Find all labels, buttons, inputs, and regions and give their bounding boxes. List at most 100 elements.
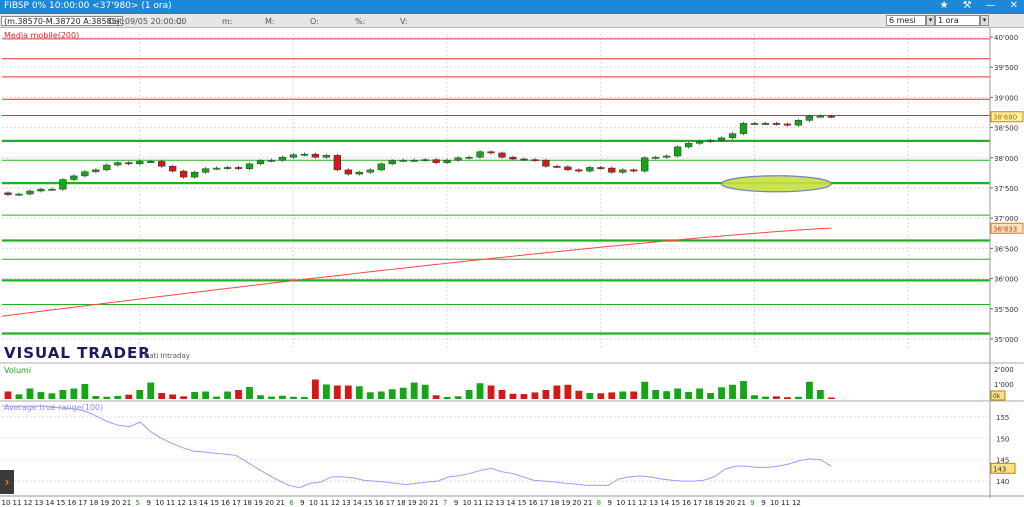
ma-label: Media mobile(200) — [4, 31, 79, 40]
candle-body-66 — [728, 133, 737, 139]
period-select-value: 6 mesi — [889, 16, 916, 25]
candle-body-70 — [772, 123, 781, 125]
candle-body-32 — [355, 172, 363, 175]
xtick-label-35: 17 — [386, 499, 395, 507]
candle-body-67 — [739, 123, 748, 134]
volume-bar-33 — [366, 392, 374, 399]
volume-bar-37 — [410, 382, 418, 399]
volume-bar-72 — [794, 396, 802, 399]
atr-value-label: 143 — [993, 465, 1006, 473]
candle-body-14 — [158, 161, 166, 167]
star-icon[interactable]: ★ — [940, 0, 949, 11]
volume-bar-63 — [696, 388, 704, 399]
candle-body-45 — [498, 152, 506, 158]
candle-body-37 — [410, 159, 418, 162]
candle-body-50 — [553, 165, 561, 168]
candle-body-22 — [245, 163, 254, 169]
close-icon[interactable]: ✕ — [1010, 0, 1018, 11]
volume-bar-35 — [388, 389, 396, 399]
range-info-text: (m.38570-M.38720 A:38585) — [4, 17, 120, 26]
volume-bar-4 — [48, 393, 56, 399]
candle-body-7 — [81, 171, 89, 177]
date-field: Dat:09/05 20:00:00 — [108, 17, 187, 26]
volume-bar-26 — [290, 396, 297, 399]
candle-body-64 — [706, 140, 715, 142]
candle-body-68 — [750, 123, 759, 125]
volume-bar-14 — [158, 393, 166, 399]
minimize-icon[interactable]: — — [986, 0, 996, 11]
candle-body-12 — [136, 161, 144, 165]
candle-body-10 — [114, 162, 122, 166]
timeframe-select-chevron-icon[interactable]: ▾ — [980, 15, 989, 26]
xtick-label-6: 16 — [67, 499, 76, 507]
ytick-label-4: 37'000 — [994, 215, 1018, 223]
volume-bar-42 — [465, 390, 473, 399]
chart-toolbar: (m.38570-M.38720 A:38585) Dat:09/05 20:0… — [0, 14, 1024, 28]
xtick-label-58: 12 — [638, 499, 647, 507]
volume-bar-31 — [344, 385, 352, 399]
candle-body-15 — [169, 165, 177, 172]
xtick-label-24: 20 — [265, 499, 274, 507]
xtick-label-65: 19 — [715, 499, 724, 507]
xtick-label-71: 11 — [781, 499, 790, 507]
volume-bar-23 — [257, 395, 264, 399]
candle-body-19 — [212, 167, 221, 170]
candle-body-29 — [322, 155, 331, 158]
candle-body-54 — [597, 167, 605, 169]
timeframe-select[interactable]: 1 ora — [935, 15, 980, 26]
candle-body-26 — [289, 154, 298, 158]
volume-bar-12 — [136, 390, 144, 399]
volume-bar-46 — [509, 393, 517, 399]
xtick-label-28: 10 — [309, 499, 318, 507]
xtick-label-19: 15 — [210, 499, 219, 507]
chart-area[interactable]: 35'000 35'500 36'000 36'500 37'000 37'500 38'0… — [0, 28, 1024, 507]
volume-bar-38 — [421, 384, 429, 399]
collapse-panel-icon[interactable]: › — [0, 470, 14, 494]
volume-bar-5 — [59, 390, 67, 399]
xtick-label-36: 18 — [397, 499, 406, 507]
volume-bar-58 — [641, 381, 649, 399]
candle-body-11 — [125, 162, 133, 165]
volume-bar-44 — [487, 385, 495, 399]
candle-body-27 — [300, 153, 309, 156]
period-select[interactable]: 6 mesi — [886, 15, 926, 26]
xtick-label-25: 21 — [276, 499, 285, 507]
xtick-label-1: 11 — [13, 499, 22, 507]
ma-value-label: 36'833 — [993, 225, 1017, 233]
candle-body-47 — [520, 158, 528, 161]
xtick-label-17: 13 — [188, 499, 197, 507]
volume-bar-50 — [553, 385, 561, 399]
candle-body-60 — [663, 155, 671, 158]
volume-bar-18 — [202, 391, 210, 399]
xtick-label-22: 18 — [243, 499, 252, 507]
xtick-label-18: 14 — [199, 499, 208, 507]
xtick-label-45: 13 — [496, 499, 505, 507]
volume-bar-13 — [147, 382, 155, 399]
range-info: (m.38570-M.38720 A:38585) — [1, 16, 123, 26]
max-field: M: — [265, 17, 275, 26]
candle-body-40 — [443, 159, 451, 163]
period-select-chevron-icon[interactable]: ▾ — [926, 15, 935, 26]
candle-body-2 — [26, 190, 34, 195]
candle-body-24 — [267, 159, 276, 162]
candle-body-58 — [641, 157, 649, 172]
xtick-label-31: 13 — [342, 499, 351, 507]
xtick-label-26: 6 — [289, 499, 294, 507]
xtick-label-52: 20 — [572, 499, 581, 507]
candle-body-1 — [15, 193, 23, 196]
xtick-label-0: 10 — [2, 499, 11, 507]
xtick-label-23: 19 — [254, 499, 263, 507]
volume-ytick-0: 1'000 — [994, 381, 1014, 389]
wrench-icon[interactable]: ⚒ — [963, 0, 972, 11]
xtick-label-44: 12 — [485, 499, 494, 507]
xtick-label-63: 17 — [693, 499, 702, 507]
xtick-label-33: 15 — [364, 499, 373, 507]
atr-ytick-3: 155 — [996, 414, 1009, 422]
volume-bar-70 — [773, 396, 780, 399]
xtick-label-16: 12 — [177, 499, 186, 507]
volume-bar-1 — [15, 394, 23, 399]
candle-body-48 — [531, 159, 539, 162]
volume-bar-19 — [213, 396, 220, 399]
volume-ytick-1: 2'000 — [994, 366, 1014, 374]
volume-bar-74 — [816, 390, 824, 399]
